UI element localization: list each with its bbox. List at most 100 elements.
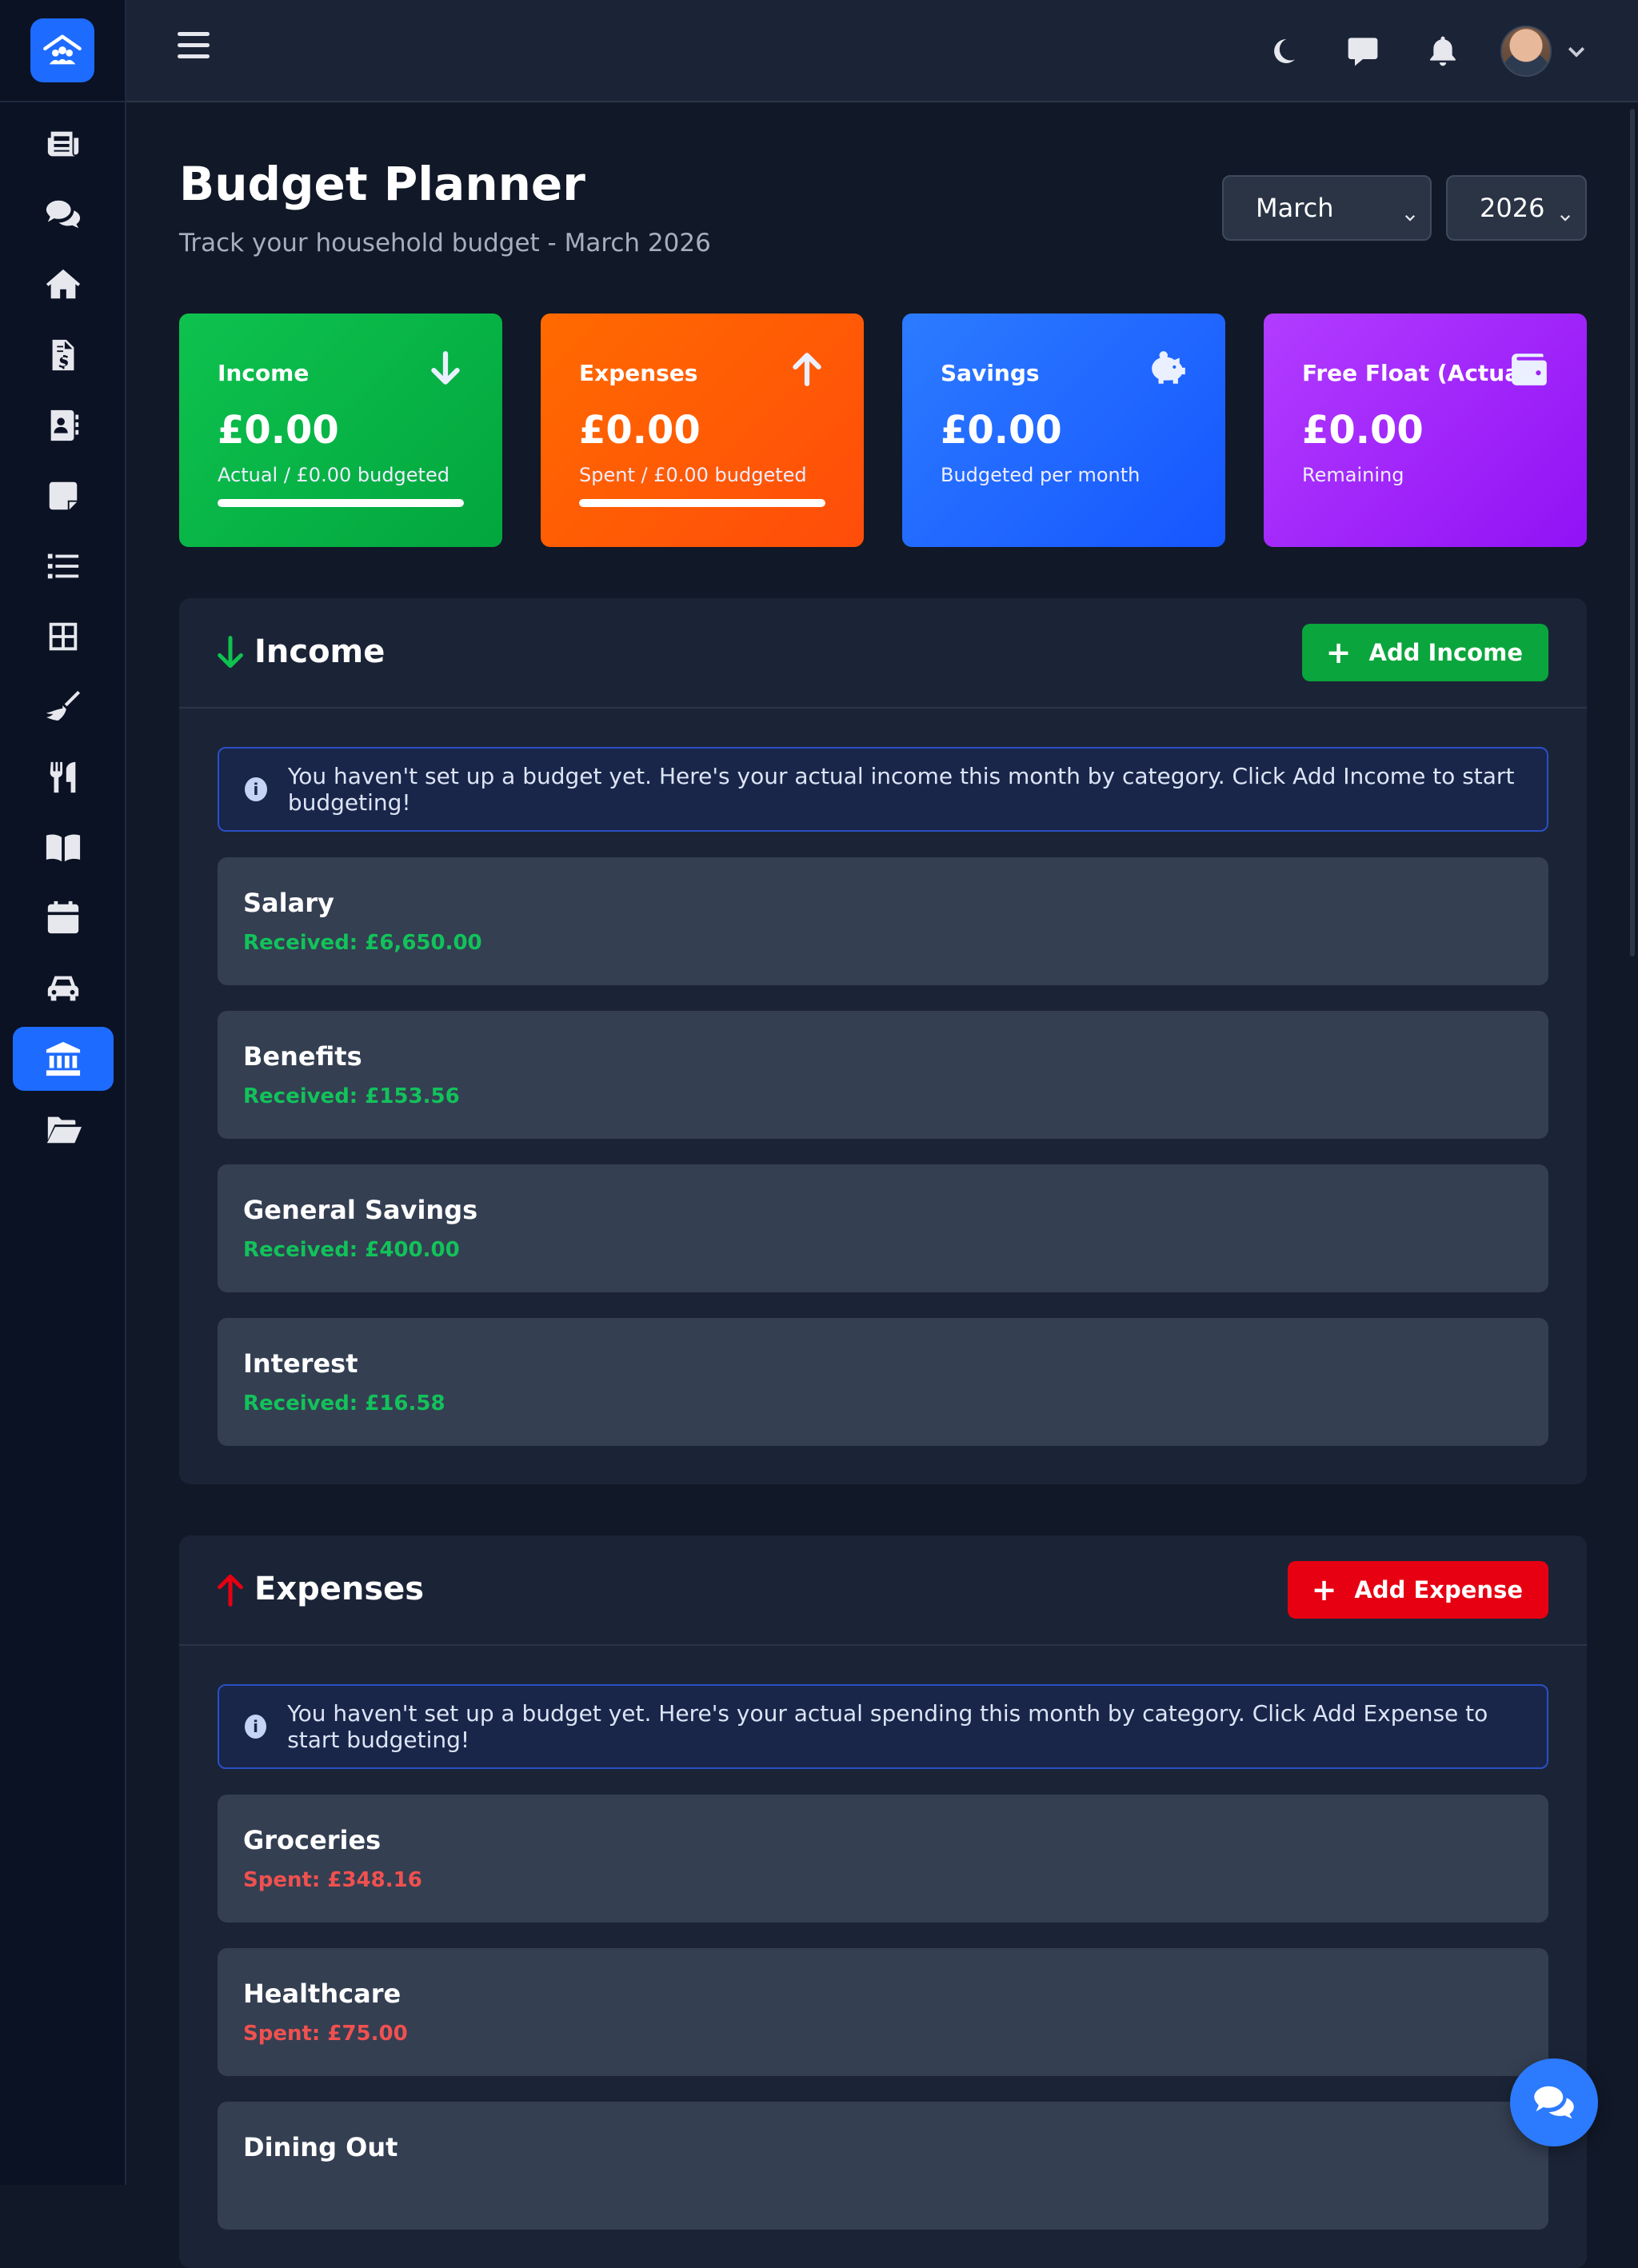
sidebar-item-budget[interactable]	[13, 1027, 114, 1091]
month-select[interactable]: March	[1222, 175, 1432, 241]
list-item[interactable]: Benefits Received: £153.56	[218, 1011, 1548, 1139]
sidebar-item-calendar[interactable]	[13, 886, 114, 950]
expenses-section: Expenses + Add Expense i You haven't set…	[179, 1535, 1587, 2268]
chevron-down-icon	[1403, 201, 1417, 222]
item-name: Dining Out	[243, 2132, 398, 2162]
message-icon	[1348, 38, 1378, 66]
info-alert: i You haven't set up a budget yet. Here'…	[218, 747, 1548, 832]
wallet-icon	[1510, 349, 1550, 389]
topbar	[126, 0, 1638, 102]
page-title: Budget Planner	[179, 157, 585, 211]
main-content: Budget Planner Track your household budg…	[179, 102, 1587, 2268]
item-amount: Received: £16.58	[243, 1392, 445, 1416]
utensils-icon	[50, 761, 76, 793]
item-name: Benefits	[243, 1041, 362, 1072]
list-item[interactable]: Healthcare Spent: £75.00	[218, 1948, 1548, 2076]
folder-open-icon	[46, 1116, 82, 1144]
calendar-icon	[47, 900, 79, 934]
section-body: i You haven't set up a budget yet. Here'…	[179, 1646, 1587, 2230]
stat-value: £0.00	[218, 408, 339, 453]
stat-value: £0.00	[941, 408, 1062, 453]
list-icon	[47, 553, 79, 579]
sidebar	[0, 0, 126, 2185]
sidebar-item-chat[interactable]	[13, 182, 114, 246]
add-expense-button[interactable]: + Add Expense	[1287, 1561, 1548, 1619]
stat-label: Income	[218, 360, 310, 386]
sidebar-item-contacts[interactable]	[13, 393, 114, 457]
stat-label: Free Float (Actual)	[1302, 360, 1538, 386]
stat-sub: Budgeted per month	[941, 464, 1141, 486]
sidebar-item-chores[interactable]	[13, 675, 114, 739]
sidebar-item-lists[interactable]	[13, 534, 114, 598]
sidebar-item-vehicles[interactable]	[13, 956, 114, 1020]
item-name: Salary	[243, 888, 334, 918]
stat-value: £0.00	[1302, 408, 1424, 453]
sidebar-item-news[interactable]	[13, 112, 114, 176]
savings-stat-card: Savings £0.00 Budgeted per month	[902, 313, 1225, 547]
section-header: Income + Add Income	[179, 598, 1587, 709]
section-header: Expenses + Add Expense	[179, 1535, 1587, 1646]
item-amount: Received: £153.56	[243, 1084, 460, 1108]
stat-label: Expenses	[579, 360, 698, 386]
page-header: Budget Planner Track your household budg…	[179, 102, 1587, 313]
progress-bar	[579, 499, 825, 507]
expenses-stat-card: Expenses £0.00 Spent / £0.00 budgeted	[541, 313, 864, 547]
scrollbar[interactable]	[1630, 109, 1635, 956]
dark-mode-toggle[interactable]	[1260, 22, 1305, 80]
arrow-up-icon	[787, 349, 827, 389]
section-body: i You haven't set up a budget yet. Here'…	[179, 709, 1587, 1446]
car-icon	[47, 976, 79, 1001]
sidebar-item-dashboard[interactable]	[13, 605, 114, 669]
info-icon: i	[245, 777, 267, 801]
arrow-down-icon	[214, 635, 246, 670]
stat-value: £0.00	[579, 408, 701, 453]
year-select[interactable]: 2026	[1446, 175, 1587, 241]
chevron-down-icon[interactable]	[1564, 39, 1588, 63]
notifications-button[interactable]	[1420, 22, 1465, 80]
brand	[0, 0, 125, 102]
broom-icon	[46, 690, 81, 721]
arrow-up-icon	[214, 1572, 246, 1607]
add-income-button[interactable]: + Add Income	[1301, 624, 1548, 681]
book-icon	[46, 834, 81, 862]
grid-icon	[49, 622, 78, 651]
sidebar-nav	[0, 102, 125, 1161]
household-logo-icon[interactable]	[30, 18, 94, 82]
menu-toggle-icon[interactable]	[178, 32, 210, 64]
alert-text: You haven't set up a budget yet. Here's …	[287, 763, 1515, 816]
list-item[interactable]: Dining Out	[218, 2102, 1548, 2230]
list-item[interactable]: General Savings Received: £400.00	[218, 1164, 1548, 1292]
progress-fill	[579, 499, 825, 507]
chat-bubbles-icon	[46, 200, 81, 229]
period-selects: March 2026	[1222, 175, 1587, 241]
list-item[interactable]: Interest Received: £16.58	[218, 1318, 1548, 1446]
list-item[interactable]: Salary Received: £6,650.00	[218, 857, 1548, 985]
item-name: Interest	[243, 1348, 358, 1379]
contact-card-icon	[50, 409, 79, 441]
sidebar-item-home[interactable]	[13, 253, 114, 317]
income-stat-card: Income £0.00 Actual / £0.00 budgeted	[179, 313, 502, 547]
chat-bubbles-icon	[1534, 2086, 1574, 2119]
info-icon: i	[245, 1715, 267, 1739]
bank-icon	[46, 1041, 81, 1076]
messages-button[interactable]	[1340, 22, 1385, 80]
invoice-icon	[52, 339, 74, 371]
sidebar-item-documents[interactable]	[13, 1097, 114, 1161]
item-name: General Savings	[243, 1195, 478, 1225]
stat-sub: Actual / £0.00 budgeted	[218, 464, 449, 486]
page-subtitle: Track your household budget - March 2026	[179, 229, 711, 258]
plus-icon: +	[1325, 635, 1352, 670]
sidebar-item-notes[interactable]	[13, 464, 114, 528]
section-title: Expenses	[254, 1571, 425, 1607]
sidebar-item-meals[interactable]	[13, 745, 114, 809]
add-income-label: Add Income	[1368, 639, 1524, 666]
list-item[interactable]: Groceries Spent: £348.16	[218, 1795, 1548, 1923]
sidebar-item-recipes[interactable]	[13, 816, 114, 880]
free-float-stat-card: Free Float (Actual) £0.00 Remaining	[1264, 313, 1587, 547]
sidebar-item-invoices[interactable]	[13, 323, 114, 387]
alert-text: You haven't set up a budget yet. Here's …	[287, 1700, 1488, 1753]
chat-fab-button[interactable]	[1510, 2058, 1598, 2146]
month-select-value: March	[1256, 193, 1334, 223]
avatar[interactable]	[1500, 26, 1552, 77]
bell-icon	[1430, 36, 1456, 66]
